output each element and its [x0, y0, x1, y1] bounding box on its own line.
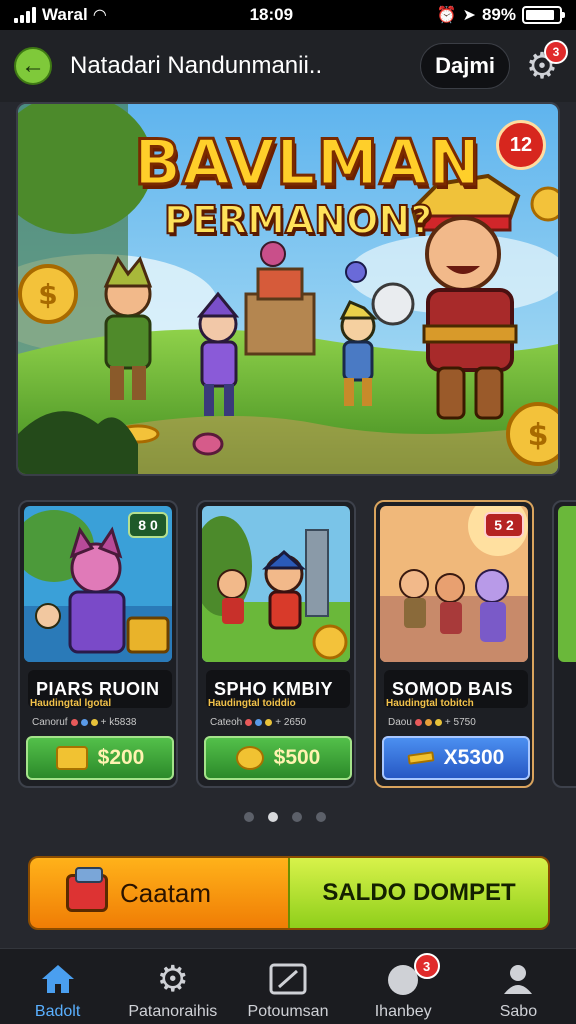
dot-icon [265, 719, 273, 726]
arrow-left-icon: ← [21, 52, 45, 79]
settings-button[interactable]: ⚙ 3 [522, 40, 568, 86]
home-icon [38, 961, 78, 997]
card-meta-label: Cateoh [210, 717, 243, 728]
card-meta-label: Daou [388, 717, 412, 728]
dot-icon [434, 719, 442, 726]
profile-icon [498, 961, 538, 997]
carrier-label: Waral [42, 5, 88, 24]
wallet-balance-label: SALDO DOMPET [322, 879, 516, 906]
product-card[interactable]: 8 0 PIARS RUOIN Haudingtal lgotal Canoru… [18, 500, 178, 788]
carousel-pager [244, 812, 326, 822]
dot-icon [255, 719, 263, 726]
svg-text:$: $ [38, 278, 57, 311]
card-subtitle: Haudingtal toiddio [208, 698, 296, 709]
action-bar: Caatam SALDO DOMPET [28, 856, 550, 930]
nav-item-home[interactable]: Badolt [0, 949, 115, 1024]
nav-label: Patanoraihis [128, 1003, 218, 1020]
pager-dot-active[interactable] [268, 812, 278, 822]
card-art [558, 506, 576, 662]
nav-item-edit[interactable]: Potoumsan [230, 949, 345, 1024]
cash-icon [407, 751, 435, 765]
account-chip[interactable]: Dajmi [420, 43, 510, 89]
card-meta-value: + 5750 [444, 717, 476, 728]
card-subtitle: Haudingtal tobitch [386, 698, 474, 709]
card-meta: Canoruf + k5838 [32, 717, 136, 728]
battery-icon [521, 6, 565, 24]
page-title: Natadari Nandunmanii.. [70, 52, 323, 79]
buy-button[interactable]: $200 [26, 736, 174, 780]
status-bar: Waral ◠ 18:09 ⏰ ➤ 89% [0, 0, 576, 30]
buy-button[interactable]: $500 [204, 736, 352, 780]
alarm-icon: ⏰ [436, 7, 457, 24]
hero-banner[interactable]: $ $ BAVLMAN PERMANON? 12 [16, 102, 560, 476]
edit-icon [268, 961, 308, 997]
product-carousel[interactable]: 8 0 PIARS RUOIN Haudingtal lgotal Canoru… [18, 500, 576, 790]
wifi-icon: ◠ [93, 7, 106, 24]
card-meta-label: Canoruf [32, 717, 68, 728]
action-left-label: Caatam [120, 877, 212, 908]
nav-item-settings[interactable]: ⚙ Patanoraihis [115, 949, 230, 1024]
dot-icon [414, 719, 422, 726]
card-meta-value: + 2650 [275, 717, 307, 728]
hero-subtitle: PERMANON? [163, 197, 433, 243]
nav-label: Ihanbey [374, 1003, 432, 1020]
price-label: $200 [97, 746, 145, 769]
back-button[interactable]: ← [14, 47, 52, 85]
gold-coin-icon [235, 746, 264, 770]
action-button-left[interactable]: Caatam [30, 858, 288, 928]
battery-percent: 89% [481, 5, 516, 24]
pager-dot[interactable] [244, 812, 254, 822]
hero-title: BAVLMAN [132, 125, 482, 201]
location-icon: ➤ [462, 7, 476, 24]
gear-icon: ⚙ [156, 958, 189, 999]
product-card-peek[interactable] [552, 500, 576, 788]
pager-dot[interactable] [292, 812, 302, 822]
card-badge: 5 2 [484, 512, 524, 538]
card-meta: Daou + 5750 [388, 717, 476, 728]
nav-label: Sabo [499, 1003, 538, 1020]
nav-label: Potoumsan [247, 1003, 329, 1020]
product-card[interactable]: 5 2 SOMOD BAIS Haudingtal tobitch Daou +… [374, 500, 534, 788]
price-label: $500 [273, 746, 321, 769]
treasure-chest-icon [55, 746, 88, 770]
dot-icon [90, 719, 98, 726]
card-subtitle: Haudingtal lgotal [30, 698, 112, 709]
svg-text:$: $ [528, 418, 549, 453]
app-header: ← Natadari Nandunmanii.. Dajmi ⚙ 3 [0, 30, 576, 102]
price-label: X5300 [443, 746, 505, 769]
nav-label: Badolt [34, 1003, 81, 1020]
dot-icon [245, 719, 253, 726]
card-meta: Cateoh + 2650 [210, 717, 306, 728]
nav-item-chat[interactable]: 3 Ihanbey [346, 949, 461, 1024]
hero-badge: 12 [496, 120, 546, 170]
dot-icon [424, 719, 432, 726]
nav-item-profile[interactable]: Sabo [461, 949, 576, 1024]
pager-dot[interactable] [316, 812, 326, 822]
dot-icon [80, 719, 88, 726]
card-badge: 8 0 [128, 512, 168, 538]
signal-icon [14, 7, 36, 23]
wallet-balance-button[interactable]: SALDO DOMPET [288, 858, 548, 928]
bottom-nav: Badolt ⚙ Patanoraihis Potoumsan 3 Ihanbe… [0, 948, 576, 1024]
gift-box-icon [66, 867, 108, 912]
notification-badge: 3 [544, 40, 568, 64]
nav-badge: 3 [413, 953, 440, 979]
card-art [202, 506, 350, 662]
card-meta-value: + k5838 [100, 717, 137, 728]
clock: 18:09 [249, 5, 294, 24]
product-card[interactable]: SPHO KMBIY Haudingtal toiddio Cateoh + 2… [196, 500, 356, 788]
dot-icon [70, 719, 78, 726]
buy-button[interactable]: X5300 [382, 736, 530, 780]
